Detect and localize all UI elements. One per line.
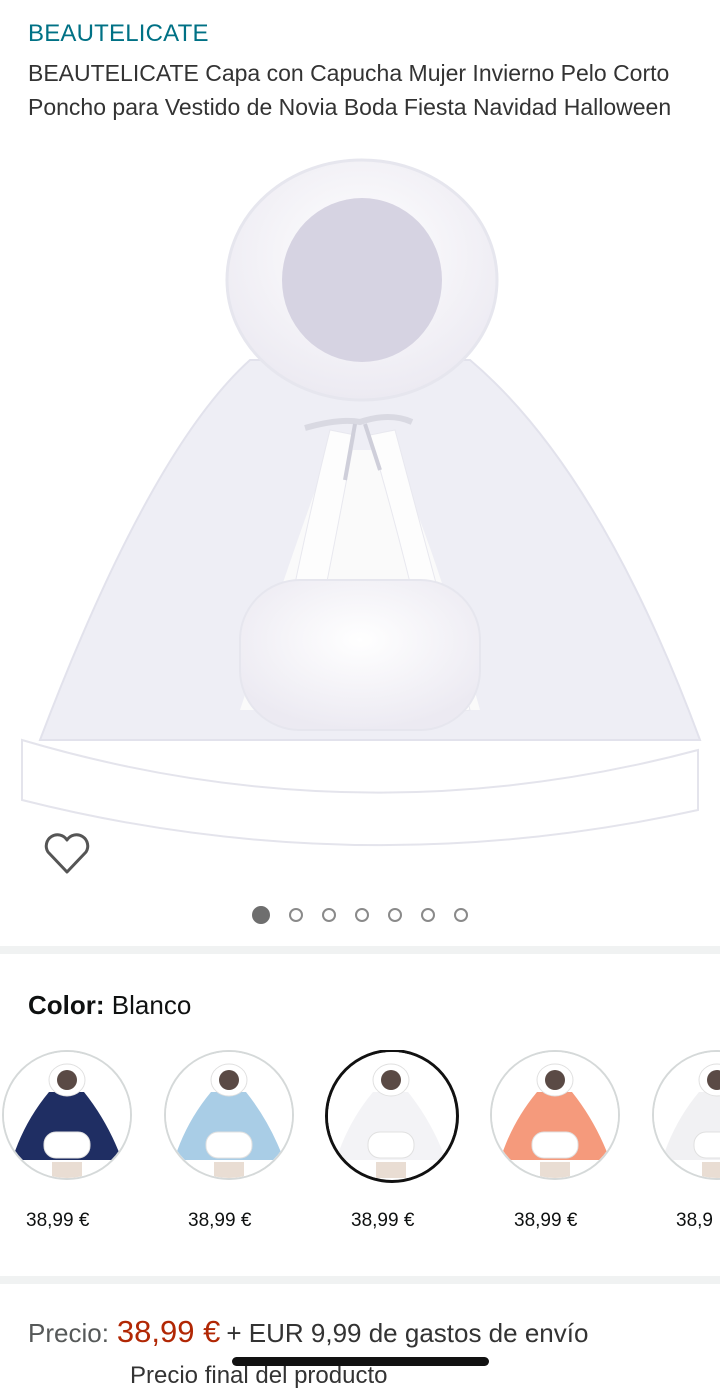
swatch-thumbnail [164, 1050, 294, 1180]
price-label: Precio: [28, 1318, 109, 1348]
swatch-thumbnail [490, 1050, 620, 1180]
color-swatch-4[interactable]: 38,9 [650, 1050, 720, 1231]
swatch-price: 38,99 € [514, 1210, 578, 1231]
image-pager-dot[interactable] [421, 908, 435, 922]
color-swatch-carousel[interactable]: 38,99 € 38,99 € 38,99 € 38,99 € 38,9 [0, 1050, 720, 1240]
product-image[interactable] [0, 150, 720, 900]
color-swatch-0[interactable]: 38,99 € [0, 1050, 134, 1231]
price-amount: 38,99 € [116, 1314, 221, 1349]
color-swatch-2[interactable]: 38,99 € [325, 1050, 459, 1231]
brand-link[interactable]: BEAUTELICATE [28, 20, 209, 48]
color-swatch-3[interactable]: 38,99 € [488, 1050, 622, 1231]
swatch-price: 38,9 [676, 1210, 713, 1231]
image-pager-dot[interactable] [355, 908, 369, 922]
color-label: Color: [28, 990, 105, 1020]
final-price-label: Precio final del producto [130, 1362, 388, 1389]
color-selection-label: Color: Blanco [28, 990, 191, 1021]
swatch-thumbnail [2, 1050, 132, 1180]
white-hooded-cape-image [21, 158, 702, 847]
color-swatch-1[interactable]: 38,99 € [162, 1050, 296, 1231]
swatch-price: 38,99 € [351, 1210, 415, 1231]
heart-outline-icon[interactable] [42, 832, 92, 876]
image-pager-dot[interactable] [388, 908, 402, 922]
image-pager-dot[interactable] [252, 906, 270, 924]
product-title: BEAUTELICATE Capa con Capucha Mujer Invi… [28, 60, 672, 120]
shipping-cost: + EUR 9,99 de gastos de envío [226, 1318, 589, 1348]
swatch-thumbnail [325, 1050, 459, 1183]
swatch-price: 38,99 € [26, 1210, 90, 1231]
image-pager-dots[interactable] [0, 906, 720, 932]
section-divider [0, 1276, 720, 1284]
swatch-thumbnail [652, 1050, 720, 1180]
section-divider [0, 946, 720, 954]
color-selected-value: Blanco [111, 990, 192, 1020]
price-line: Precio: 38,99 € + EUR 9,99 de gastos de en… [28, 1314, 588, 1350]
image-pager-dot[interactable] [289, 908, 303, 922]
image-pager-dot[interactable] [454, 908, 468, 922]
swatch-price: 38,99 € [188, 1210, 252, 1231]
home-indicator[interactable] [232, 1357, 489, 1366]
image-pager-dot[interactable] [322, 908, 336, 922]
